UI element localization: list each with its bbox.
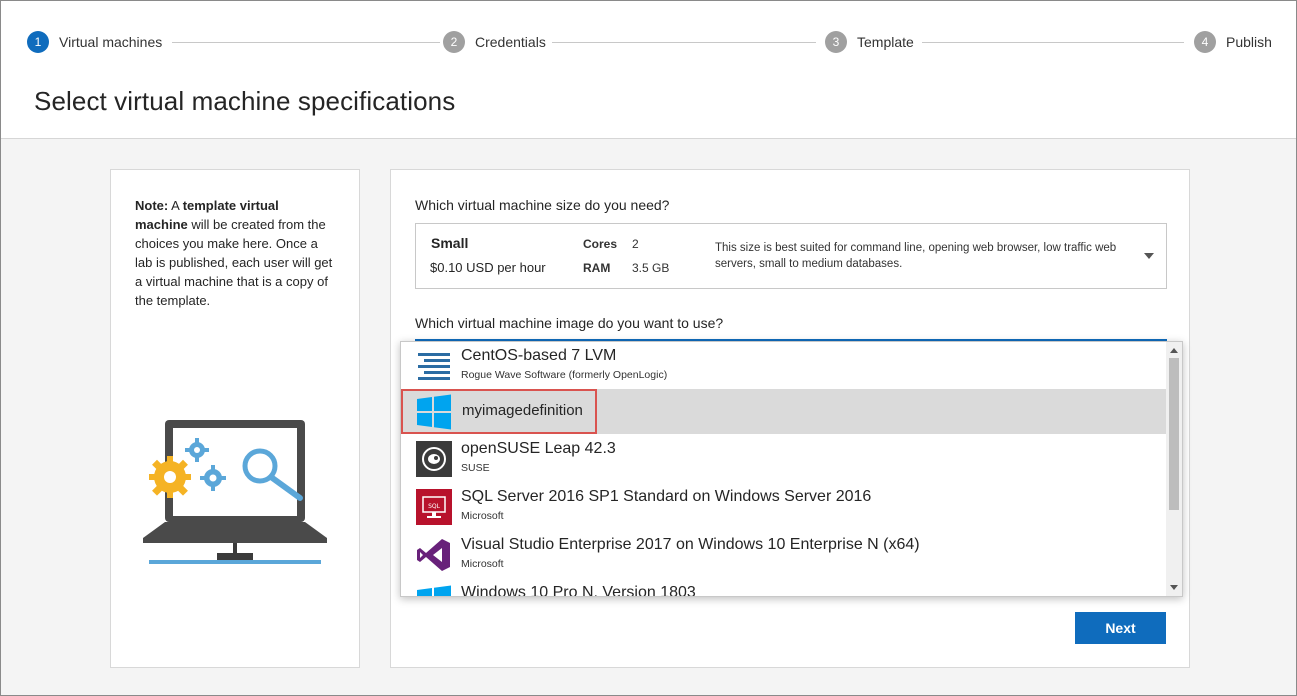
visual-studio-icon (417, 539, 450, 571)
note-text: Note: A template virtual machine will be… (135, 196, 335, 310)
cores-value: 2 (632, 237, 639, 251)
chevron-down-icon[interactable] (1144, 253, 1154, 259)
step-connector (922, 42, 1184, 43)
scroll-up-icon[interactable] (1170, 348, 1178, 353)
note-panel: Note: A template virtual machine will be… (110, 169, 360, 668)
list-item-sql-server[interactable]: SQL SQL Server 2016 SP1 Standard on Wind… (401, 483, 1167, 529)
centos-icon (418, 353, 450, 380)
step-label: Template (857, 34, 914, 50)
vm-image-listbox[interactable]: CentOS-based 7 LVM Rogue Wave Software (… (400, 341, 1183, 597)
step-publish[interactable]: 4 Publish (1194, 31, 1272, 53)
list-item-opensuse[interactable]: openSUSE Leap 42.3 SUSE (401, 435, 1167, 481)
step-credentials[interactable]: 2 Credentials (443, 31, 546, 53)
item-title: openSUSE Leap 42.3 (461, 440, 616, 457)
image-question-label: Which virtual machine image do you want … (415, 315, 724, 331)
item-title: Visual Studio Enterprise 2017 on Windows… (461, 536, 920, 553)
step-template[interactable]: 3 Template (825, 31, 914, 53)
note-text-a: A (168, 198, 183, 213)
step-number: 2 (443, 31, 465, 53)
step-connector (552, 42, 816, 43)
wizard-stepper: 1 Virtual machines 2 Credentials 3 Templ… (27, 31, 1272, 53)
next-button[interactable]: Next (1075, 612, 1166, 644)
size-description: This size is best suited for command lin… (715, 242, 1117, 270)
wizard-header: 1 Virtual machines 2 Credentials 3 Templ… (1, 1, 1296, 139)
step-number: 1 (27, 31, 49, 53)
step-label: Credentials (475, 34, 546, 50)
list-item-visual-studio[interactable]: Visual Studio Enterprise 2017 on Windows… (401, 531, 1167, 577)
step-connector (172, 42, 440, 43)
step-number: 3 (825, 31, 847, 53)
sql-server-icon: SQL (416, 489, 452, 525)
step-virtual-machines[interactable]: 1 Virtual machines (27, 31, 162, 53)
selection-highlight (401, 389, 597, 434)
item-subtitle: Microsoft (461, 510, 504, 522)
svg-text:SQL: SQL (428, 503, 441, 510)
opensuse-icon (416, 441, 452, 477)
size-name: Small (431, 235, 469, 251)
page-title: Select virtual machine specifications (34, 86, 456, 116)
item-title: SQL Server 2016 SP1 Standard on Windows … (461, 488, 872, 505)
vm-size-dropdown[interactable]: Small $0.10 USD per hour Cores 2 RAM 3.5… (415, 223, 1167, 289)
ram-value: 3.5 GB (632, 261, 670, 275)
ram-label: RAM (583, 261, 611, 275)
size-question-label: Which virtual machine size do you need? (415, 197, 670, 213)
note-prefix: Note: (135, 198, 169, 213)
listbox-scrollbar[interactable] (1166, 342, 1182, 596)
item-subtitle: Microsoft (461, 558, 504, 570)
list-item-windows-10-pro-n[interactable]: Windows 10 Pro N, Version 1803 (401, 579, 1167, 597)
step-label: Publish (1226, 34, 1272, 50)
size-price: $0.10 USD per hour (430, 260, 546, 275)
step-number: 4 (1194, 31, 1216, 53)
cores-label: Cores (583, 237, 618, 251)
scroll-thumb[interactable] (1169, 358, 1179, 510)
windows-icon (417, 585, 451, 596)
list-item-centos[interactable]: CentOS-based 7 LVM Rogue Wave Software (… (401, 342, 1167, 388)
laptop-illustration (143, 420, 327, 564)
item-subtitle: Rogue Wave Software (formerly OpenLogic) (461, 369, 668, 381)
item-title: Windows 10 Pro N, Version 1803 (461, 584, 696, 597)
step-label: Virtual machines (59, 34, 163, 50)
item-title: CentOS-based 7 LVM (461, 347, 617, 364)
item-subtitle: SUSE (461, 462, 490, 474)
scroll-down-icon[interactable] (1170, 585, 1178, 590)
